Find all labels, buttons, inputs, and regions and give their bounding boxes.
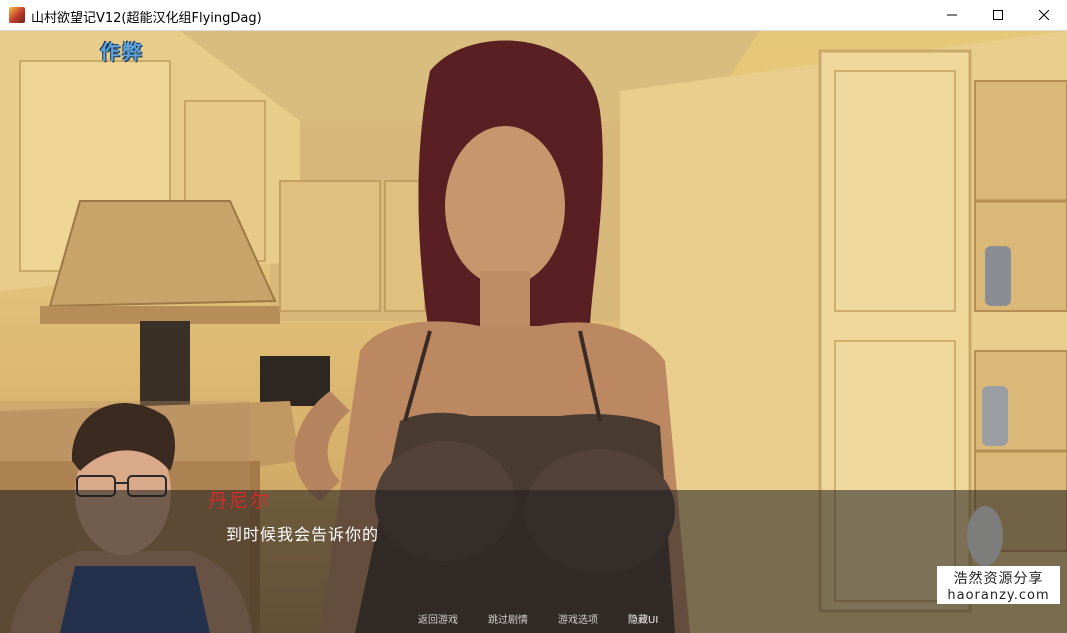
quick-menu-skip-button[interactable]: 跳过剧情 xyxy=(488,611,528,626)
maximize-icon xyxy=(993,10,1003,20)
dialogue-text: 到时候我会告诉你的 xyxy=(226,525,380,544)
minimize-button[interactable] xyxy=(929,0,975,30)
watermark-title: 浩然资源分享 xyxy=(953,571,1044,587)
close-icon xyxy=(1039,10,1049,20)
close-button[interactable] xyxy=(1021,0,1067,30)
quick-menu: 返回游戏 跳过剧情 游戏选项 隐藏UI xyxy=(418,611,688,626)
quick-menu-options-button[interactable]: 游戏选项 xyxy=(558,611,598,626)
minimize-icon xyxy=(947,14,957,16)
window-titlebar: 山村欲望记V12(超能汉化组FlyingDag) xyxy=(0,0,1067,31)
cheat-button[interactable]: 作弊 xyxy=(100,36,144,65)
maximize-button[interactable] xyxy=(975,0,1021,30)
speaker-name: 丹尼尔 xyxy=(208,490,272,512)
watermark-url: haoranzy.com xyxy=(947,588,1050,603)
quick-menu-return-button[interactable]: 返回游戏 xyxy=(418,611,458,626)
window-title: 山村欲望记V12(超能汉化组FlyingDag) xyxy=(31,11,262,26)
watermark: 浩然资源分享 haoranzy.com xyxy=(937,566,1060,604)
game-scene[interactable]: 作弊 丹尼尔 到时候我会告诉你的 返回游戏 跳过剧情 游戏选项 隐藏UI 浩然资… xyxy=(0,31,1067,633)
app-icon xyxy=(9,7,25,23)
quick-menu-hide-ui-button[interactable]: 隐藏UI xyxy=(628,611,658,626)
